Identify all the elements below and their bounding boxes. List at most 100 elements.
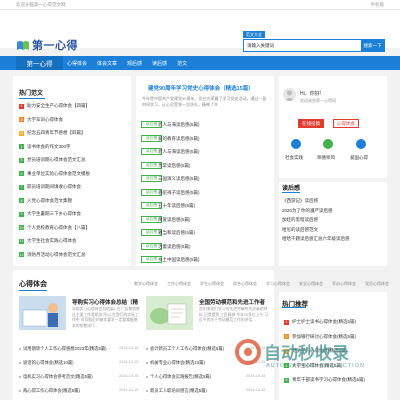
experience-category-tab[interactable]: 安全心得体会: [299, 281, 323, 287]
hot-list-item[interactable]: 7 职员培训期间填收心得体会: [19, 184, 81, 190]
feature-list-item[interactable]: 活着读后感(5篇): [158, 244, 191, 250]
rank-number: 11: [19, 238, 24, 244]
hot-list-item-label: 纪念五四青年节感想【四篇】: [27, 130, 86, 135]
nav-item-3[interactable]: 观后感: [127, 60, 142, 67]
rank-number: 1: [19, 103, 24, 109]
hot-list-item-label: 职员培训期间填收心得体会: [27, 184, 81, 189]
hot-list-item[interactable]: 6 事业单位实验心得体会范文模板: [19, 171, 90, 177]
feature-list-item[interactable]: 爱的教育读后感(5篇): [158, 136, 200, 142]
rank-number: 10: [19, 225, 24, 230]
user-icon-label: 社会实践: [285, 155, 303, 160]
experience-category-tab[interactable]: 学生心得体会: [200, 281, 224, 287]
feature-summary: 今年是中国共产党建党90周年。党在光荣履了学习党史活动。通过一段时间学习，让心灵…: [142, 96, 267, 107]
experience-list-item[interactable]: 机械专业心得体会(精选10篇): [150, 360, 205, 366]
book-icon[interactable]: [323, 139, 333, 149]
hot-list-item[interactable]: 3 纪念五四青年节感想【四篇】: [19, 130, 86, 136]
experience-category-tab[interactable]: 学习心得体会: [266, 281, 290, 287]
article-title-1[interactable]: 导购实习心得体会总结（精: [72, 298, 138, 306]
nav-item-2[interactable]: 体会文章: [97, 60, 117, 67]
rank-number: 9: [19, 211, 24, 217]
rank-number: 4: [19, 144, 24, 149]
bullet-dot-icon: [19, 347, 21, 350]
feature-list-item[interactable]: 骆驼祥子读后感(5篇): [158, 190, 200, 196]
heart-icon[interactable]: [356, 139, 366, 149]
feature-list-item[interactable]: 乡土中国读后感(5篇): [158, 257, 200, 263]
hot-list-item-label: 大学军训心得体会: [27, 116, 63, 122]
user-greeting: Hi，你好!: [300, 91, 322, 97]
nav-item-4[interactable]: 读后感: [152, 60, 167, 67]
feature-title[interactable]: 建党90周年学习党史心得体会（精选15篇）: [148, 84, 254, 92]
feature-list-item[interactable]: 五十年读后感(5篇): [158, 203, 195, 209]
hot-list-item-label: 大学生暑期三下乡心得体会: [27, 211, 81, 216]
book-logo-icon: [16, 40, 30, 51]
experience-category-tab[interactable]: 军训心得体会: [332, 281, 356, 287]
register-button[interactable]: 心得体会: [333, 119, 359, 128]
experience-category-tab[interactable]: 教学心得体会: [134, 281, 158, 287]
hot-list-item[interactable]: 12 消防月活动心得体会范文汇总: [19, 252, 86, 258]
hot-list-item[interactable]: 10 个人党校教育心得体会【八篇】: [19, 225, 90, 231]
hot-list-item[interactable]: 5 党员培训期心得体会范文汇总: [19, 157, 86, 163]
hot-list-item[interactable]: 11 大学生社会实践心得体会: [19, 238, 77, 244]
experience-list-item[interactable]: 两心得工作心得体会(精选5篇): [23, 388, 80, 394]
watermark-sub: AUTO SECOND COLLECTION: [266, 363, 365, 369]
hot-list-underline: [19, 98, 45, 99]
experience-list-item[interactable]: 试用期转个人工作心得感想2023年(精选5篇): [23, 346, 107, 352]
hot-list-item[interactable]: 4 读书体会的作文300字: [19, 144, 71, 150]
hot-list-item[interactable]: 1 助力安全生产心得体会【四篇】: [19, 103, 90, 109]
feature-list-item[interactable]: 老人与海读后感(5篇): [158, 122, 200, 128]
contribute-button[interactable]: 在线投稿: [298, 119, 324, 128]
experience-category-tab[interactable]: 综合心得体会: [233, 281, 257, 287]
nav-item-1[interactable]: 心得体会: [67, 60, 87, 67]
article-thumb-1[interactable]: [19, 296, 66, 330]
bullet-dot-icon: [146, 389, 148, 392]
feature-list-item[interactable]: 简爱读后感(5篇): [158, 217, 191, 223]
search-category-tag[interactable]: 范文大全: [243, 31, 265, 38]
watermark: 自动秒收录 AUTO SECOND COLLECTION: [232, 322, 392, 382]
readafter-item[interactable]: 《西游记》读后感: [282, 198, 318, 204]
nav-item-5[interactable]: 范文: [177, 60, 187, 67]
mobile-link[interactable]: 手机版: [371, 2, 385, 8]
readafter-underline: [282, 192, 300, 193]
experience-list-item[interactable]: 说话的心得体会(精选10篇): [23, 360, 74, 366]
nav-brand[interactable]: 第一心得: [16, 56, 63, 70]
hot-list-item-label: 事业单位实验心得体会范文模板: [27, 170, 90, 176]
hot-list-item-label: 助力安全生产心得体会【四篇】: [27, 103, 90, 108]
experience-category-tab[interactable]: 党员心得体会: [365, 281, 389, 287]
feature-list-item[interactable]: 老人与海读后感(5篇): [158, 149, 200, 155]
article-thumb-2[interactable]: [146, 296, 193, 330]
hot-list-item[interactable]: 9 大学生暑期三下乡心得体会: [19, 211, 81, 217]
experience-list-item[interactable]: 会计新员工个人工作心得体会(精选5篇): [150, 346, 224, 352]
site-logo[interactable]: 第一心得: [16, 37, 78, 53]
logo-text: 第一心得: [32, 39, 78, 52]
hot-list-item-label: 大学生社会实践心得体会: [27, 238, 77, 243]
experience-title: 心得体会: [19, 281, 47, 288]
readafter-item[interactable]: 加娃的黑暗读后感: [282, 217, 318, 223]
search-input[interactable]: [244, 40, 361, 51]
hot-list-item-label: 读书体会的作文300字: [27, 143, 71, 149]
welcome-text: 欢迎光临第一心得范文网: [16, 1, 66, 7]
readafter-item[interactable]: 哈尼的读后感范文: [282, 227, 318, 233]
readafter-item[interactable]: 2020为了你的遵严读后感: [282, 208, 333, 214]
rank-number: 6: [19, 171, 24, 176]
experience-category-tab[interactable]: 工作心得体会: [167, 281, 191, 287]
hot-list-item-label: 个人党校教育心得体会【八篇】: [27, 224, 90, 230]
feature-list-item[interactable]: 无常读后感(5篇): [158, 163, 191, 169]
readafter-title: 读后感: [282, 186, 301, 192]
article-title-2[interactable]: 全国劳动模范和先进工作者: [199, 298, 265, 306]
search-button[interactable]: 搜索一下: [361, 40, 384, 51]
hot-list-item[interactable]: 8 入党心得体会范文集锦: [19, 198, 72, 204]
hot-list-item[interactable]: 2 大学军训心得体会: [19, 117, 63, 123]
user-icon-label: 师德师风: [317, 155, 335, 160]
feature-list-item[interactable]: 雅当和读后感(5篇): [158, 230, 195, 236]
experience-list-item[interactable]: 电机实习心得体会参考范文(精选5篇): [23, 374, 93, 380]
recommend-underline: [282, 307, 306, 308]
experience-list-date: 2024-10-15: [119, 346, 139, 350]
hot-list-item-label: 消防月活动心得体会范文汇总: [27, 251, 86, 257]
feature-list-item[interactable]: 三国演义读后感(5篇): [158, 176, 200, 182]
briefcase-icon[interactable]: [291, 139, 301, 149]
bullet-dot-icon: [19, 361, 21, 364]
readafter-item[interactable]: 哈哈千题读后感汇总六年级读后感: [282, 236, 350, 242]
experience-list-item[interactable]: 个人心得体会实践报告(精选5篇): [150, 374, 211, 380]
experience-list-item[interactable]: 新员工入职培训感言(精选5篇): [150, 388, 207, 394]
hot-list-item-label: 党员培训期心得体会范文汇总: [27, 157, 86, 162]
